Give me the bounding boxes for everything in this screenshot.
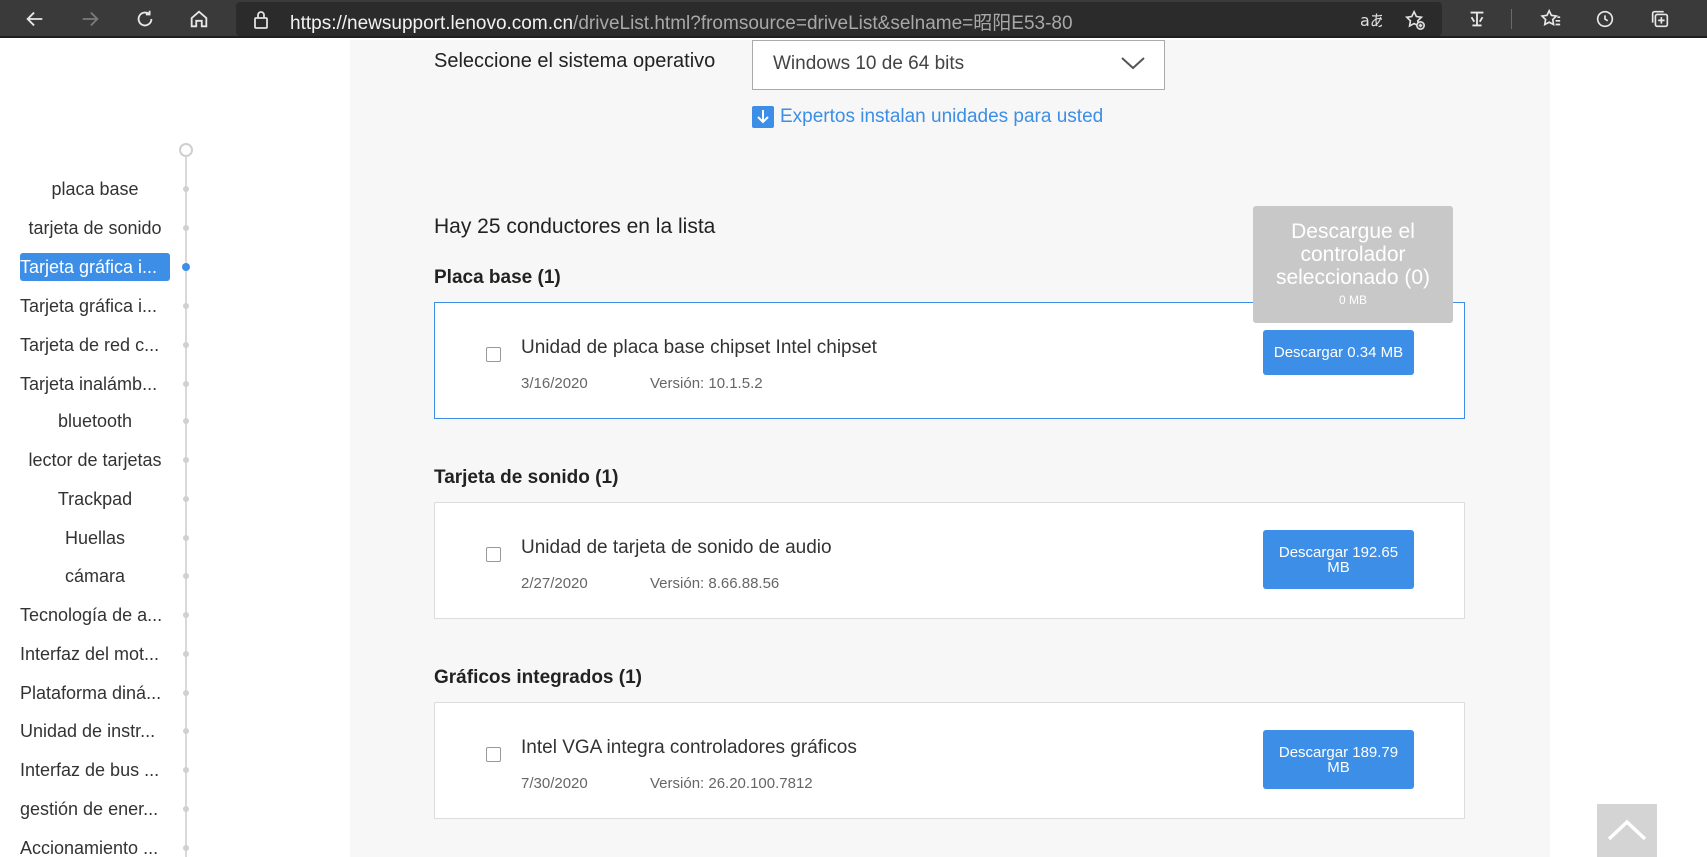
driver-checkbox[interactable]: [486, 747, 501, 762]
sidebar-dot: [183, 303, 189, 309]
download-selected-size: 0 MB: [1338, 293, 1367, 307]
os-select-dropdown[interactable]: Windows 10 de 64 bits: [752, 40, 1165, 90]
experts-install-link[interactable]: Expertos instalan unidades para usted: [752, 106, 1103, 128]
download-button[interactable]: Descargar 192.65 MB: [1263, 530, 1414, 589]
driver-name: Intel VGA integra controladores gráficos: [521, 737, 857, 758]
toolbar-divider: [1511, 9, 1512, 29]
driver-version: Versión: 10.1.5.2: [650, 375, 763, 392]
sidebar-dot: [183, 806, 189, 812]
back-arrow-icon[interactable]: [20, 4, 50, 34]
driver-checkbox[interactable]: [486, 547, 501, 562]
download-selected-label: Descargue el controlador seleccionado (0…: [1275, 220, 1431, 289]
sidebar-dot: [183, 845, 189, 851]
sidebar-item-huellas[interactable]: Huellas: [20, 524, 170, 552]
driver-version: Versión: 26.20.100.7812: [650, 775, 813, 792]
url-text[interactable]: https://newsupport.lenovo.com.cn/driveLi…: [290, 8, 1073, 35]
lock-icon[interactable]: [252, 10, 270, 35]
sidebar-item-tarjeta-red[interactable]: Tarjeta de red c...: [20, 331, 170, 359]
sidebar-dot: [183, 690, 189, 696]
driver-card: Unidad de tarjeta de sonido de audio 2/2…: [434, 502, 1465, 619]
driver-card: Intel VGA integra controladores gráficos…: [434, 702, 1465, 819]
chevron-down-icon: [1120, 55, 1146, 77]
driver-name: Unidad de placa base chipset Intel chips…: [521, 337, 877, 358]
favorites-icon[interactable]: [1536, 4, 1566, 34]
sidebar-item-trackpad[interactable]: Trackpad: [20, 485, 170, 513]
sidebar-item-lector-tarjetas[interactable]: lector de tarjetas: [20, 446, 170, 474]
driver-version: Versión: 8.66.88.56: [650, 575, 780, 592]
rail-start-circle: [179, 143, 193, 157]
sidebar-item-camara[interactable]: cámara: [20, 562, 170, 590]
sidebar-dot: [183, 767, 189, 773]
add-favorite-icon[interactable]: [1402, 7, 1428, 33]
sidebar-dot: [183, 728, 189, 734]
sidebar-item-tarjeta-grafica-independiente[interactable]: Tarjeta gráfica i...: [20, 292, 170, 320]
download-arrow-icon: [752, 106, 774, 128]
sidebar-item-tecnologia[interactable]: Tecnología de a...: [20, 601, 170, 629]
os-selected-value: Windows 10 de 64 bits: [773, 53, 965, 74]
collections-icon[interactable]: [1645, 4, 1675, 34]
sidebar-dot: [183, 535, 189, 541]
browser-toolbar: https://newsupport.lenovo.com.cn/driveLi…: [0, 0, 1707, 38]
sidebar-dot: [183, 457, 189, 463]
sidebar-dot: [183, 342, 189, 348]
category-title: Tarjeta de sonido (1): [434, 467, 619, 488]
translate-icon[interactable]: aあ: [1358, 7, 1384, 33]
driver-count: Hay 25 conductores en la lista: [434, 215, 716, 238]
driver-date: 2/27/2020: [521, 575, 588, 592]
category-title: Gráficos integrados (1): [434, 667, 642, 688]
reading-mode-icon[interactable]: [1462, 4, 1492, 34]
sidebar-dot: [183, 573, 189, 579]
home-icon[interactable]: [184, 4, 214, 34]
download-selected-button[interactable]: Descargue el controlador seleccionado (0…: [1253, 206, 1453, 323]
forward-arrow-icon[interactable]: [75, 4, 105, 34]
sidebar-item-tarjeta-sonido[interactable]: tarjeta de sonido: [20, 214, 170, 242]
back-to-top-button[interactable]: [1597, 804, 1657, 857]
sidebar-item-placa-base[interactable]: placa base: [20, 175, 170, 203]
svg-text:aあ: aあ: [1360, 11, 1382, 30]
sidebar-dot: [183, 418, 189, 424]
sidebar-item-unidad-instrucciones[interactable]: Unidad de instr...: [20, 717, 170, 745]
sidebar-item-bluetooth[interactable]: bluetooth: [20, 407, 170, 435]
sidebar-dot: [183, 186, 189, 192]
driver-date: 3/16/2020: [521, 375, 588, 392]
sidebar-item-interfaz-bus[interactable]: Interfaz de bus ...: [20, 756, 170, 784]
sidebar-item-gestion-energia[interactable]: gestión de ener...: [20, 795, 170, 823]
download-button[interactable]: Descargar 189.79 MB: [1263, 730, 1414, 789]
experts-link-text: Expertos instalan unidades para usted: [780, 106, 1104, 127]
sidebar-item-accionamiento[interactable]: Accionamiento ...: [20, 834, 170, 857]
sidebar-dot: [183, 225, 189, 231]
sidebar-dot: [183, 496, 189, 502]
os-select-label: Seleccione el sistema operativo: [434, 50, 716, 72]
reload-icon[interactable]: [130, 4, 160, 34]
driver-checkbox[interactable]: [486, 347, 501, 362]
sidebar-dot-active: [182, 263, 190, 271]
driver-date: 7/30/2020: [521, 775, 588, 792]
address-bar[interactable]: https://newsupport.lenovo.com.cn/driveLi…: [236, 2, 1442, 36]
sidebar-item-tarjeta-grafica-integrada[interactable]: Tarjeta gráfica i...: [20, 253, 170, 281]
chevron-up-icon: [1606, 818, 1648, 847]
sidebar-dot: [183, 651, 189, 657]
sidebar-item-tarjeta-inalambrica[interactable]: Tarjeta inalámb...: [20, 370, 170, 398]
download-button[interactable]: Descargar 0.34 MB: [1263, 330, 1414, 375]
sidebar-item-plataforma-dinamica[interactable]: Plataforma diná...: [20, 679, 170, 707]
driver-name: Unidad de tarjeta de sonido de audio: [521, 537, 832, 558]
sidebar-dot: [183, 612, 189, 618]
history-icon[interactable]: [1590, 4, 1620, 34]
sidebar-item-interfaz-motor[interactable]: Interfaz del mot...: [20, 640, 170, 668]
sidebar-rail: [185, 150, 187, 857]
sidebar-dot: [183, 381, 189, 387]
category-title: Placa base (1): [434, 267, 561, 288]
